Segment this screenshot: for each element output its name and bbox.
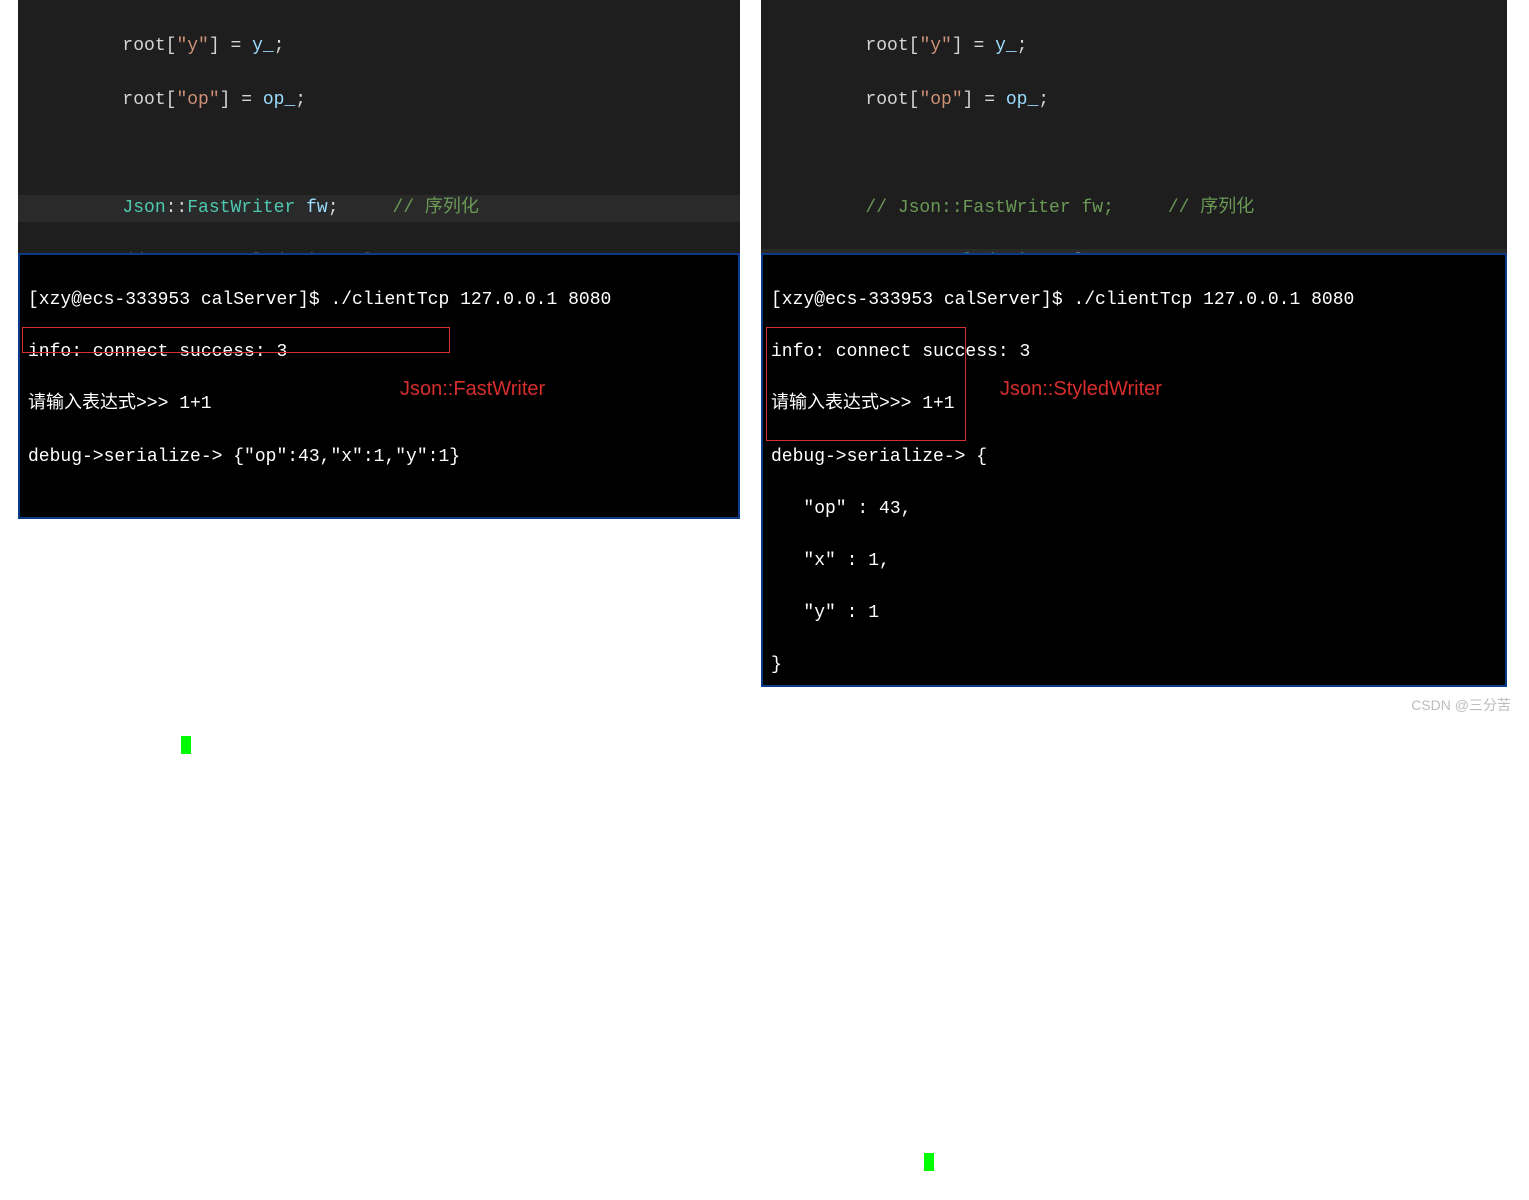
code-line: root["y"] = y_; xyxy=(18,33,740,60)
code-line xyxy=(18,141,740,168)
terminal-line: {"op":43,"x":1,"y":1} xyxy=(28,626,730,652)
terminal-line: "op" : 43, xyxy=(771,887,1497,913)
code-line: // Json::FastWriter fw; // 序列化 xyxy=(761,195,1507,222)
terminal-line: 22 xyxy=(28,574,730,600)
terminal-line: 请输入表达式>>> 1+1 xyxy=(28,391,730,417)
code-line: root["y"] = y_; xyxy=(761,33,1507,60)
terminal-prompt-line: 请输入表达式>>> xyxy=(771,1148,1497,1174)
code-line: Json::FastWriter fw; // 序列化 xyxy=(18,195,740,222)
terminal-line: debug->encode-> xyxy=(771,731,1497,757)
terminal-line: { xyxy=(771,835,1497,861)
terminal-line: "op" : 43, xyxy=(771,496,1497,522)
terminal-line: "y" : 1 xyxy=(771,600,1497,626)
terminal-line: 请输入表达式>>> 1+1 xyxy=(771,391,1497,417)
cursor-icon xyxy=(181,736,191,754)
terminal-line: } xyxy=(771,652,1497,678)
terminal-line: debug->encode-> xyxy=(28,522,730,548)
terminal-line: [xzy@ecs-333953 calServer]$ ./clientTcp … xyxy=(771,287,1497,313)
code-line xyxy=(761,141,1507,168)
terminal-line: debug->serialize-> {"op":43,"x":1,"y":1} xyxy=(28,444,730,470)
code-line: root["op"] = op_; xyxy=(761,87,1507,114)
terminal-line: 41 xyxy=(771,783,1497,809)
terminal-line: "y" : 1 xyxy=(771,992,1497,1018)
code-line: root["op"] = op_; xyxy=(18,87,740,114)
terminal-line: debug->serialize-> { xyxy=(771,444,1497,470)
terminal-line: info: connect success: 3 xyxy=(28,339,730,365)
terminal-prompt-line: 请输入表达式>>> xyxy=(28,731,730,757)
terminal-left[interactable]: [xzy@ecs-333953 calServer]$ ./clientTcp … xyxy=(18,253,740,519)
terminal-line: "x" : 1, xyxy=(771,548,1497,574)
terminal-line: } xyxy=(771,1044,1497,1070)
terminal-right[interactable]: [xzy@ecs-333953 calServer]$ ./clientTcp … xyxy=(761,253,1507,687)
terminal-line: info: connect success: 3 xyxy=(771,339,1497,365)
cursor-icon xyxy=(924,1153,934,1171)
terminal-line: "x" : 1, xyxy=(771,939,1497,965)
terminal-line: [xzy@ecs-333953 calServer]$ ./clientTcp … xyxy=(28,287,730,313)
